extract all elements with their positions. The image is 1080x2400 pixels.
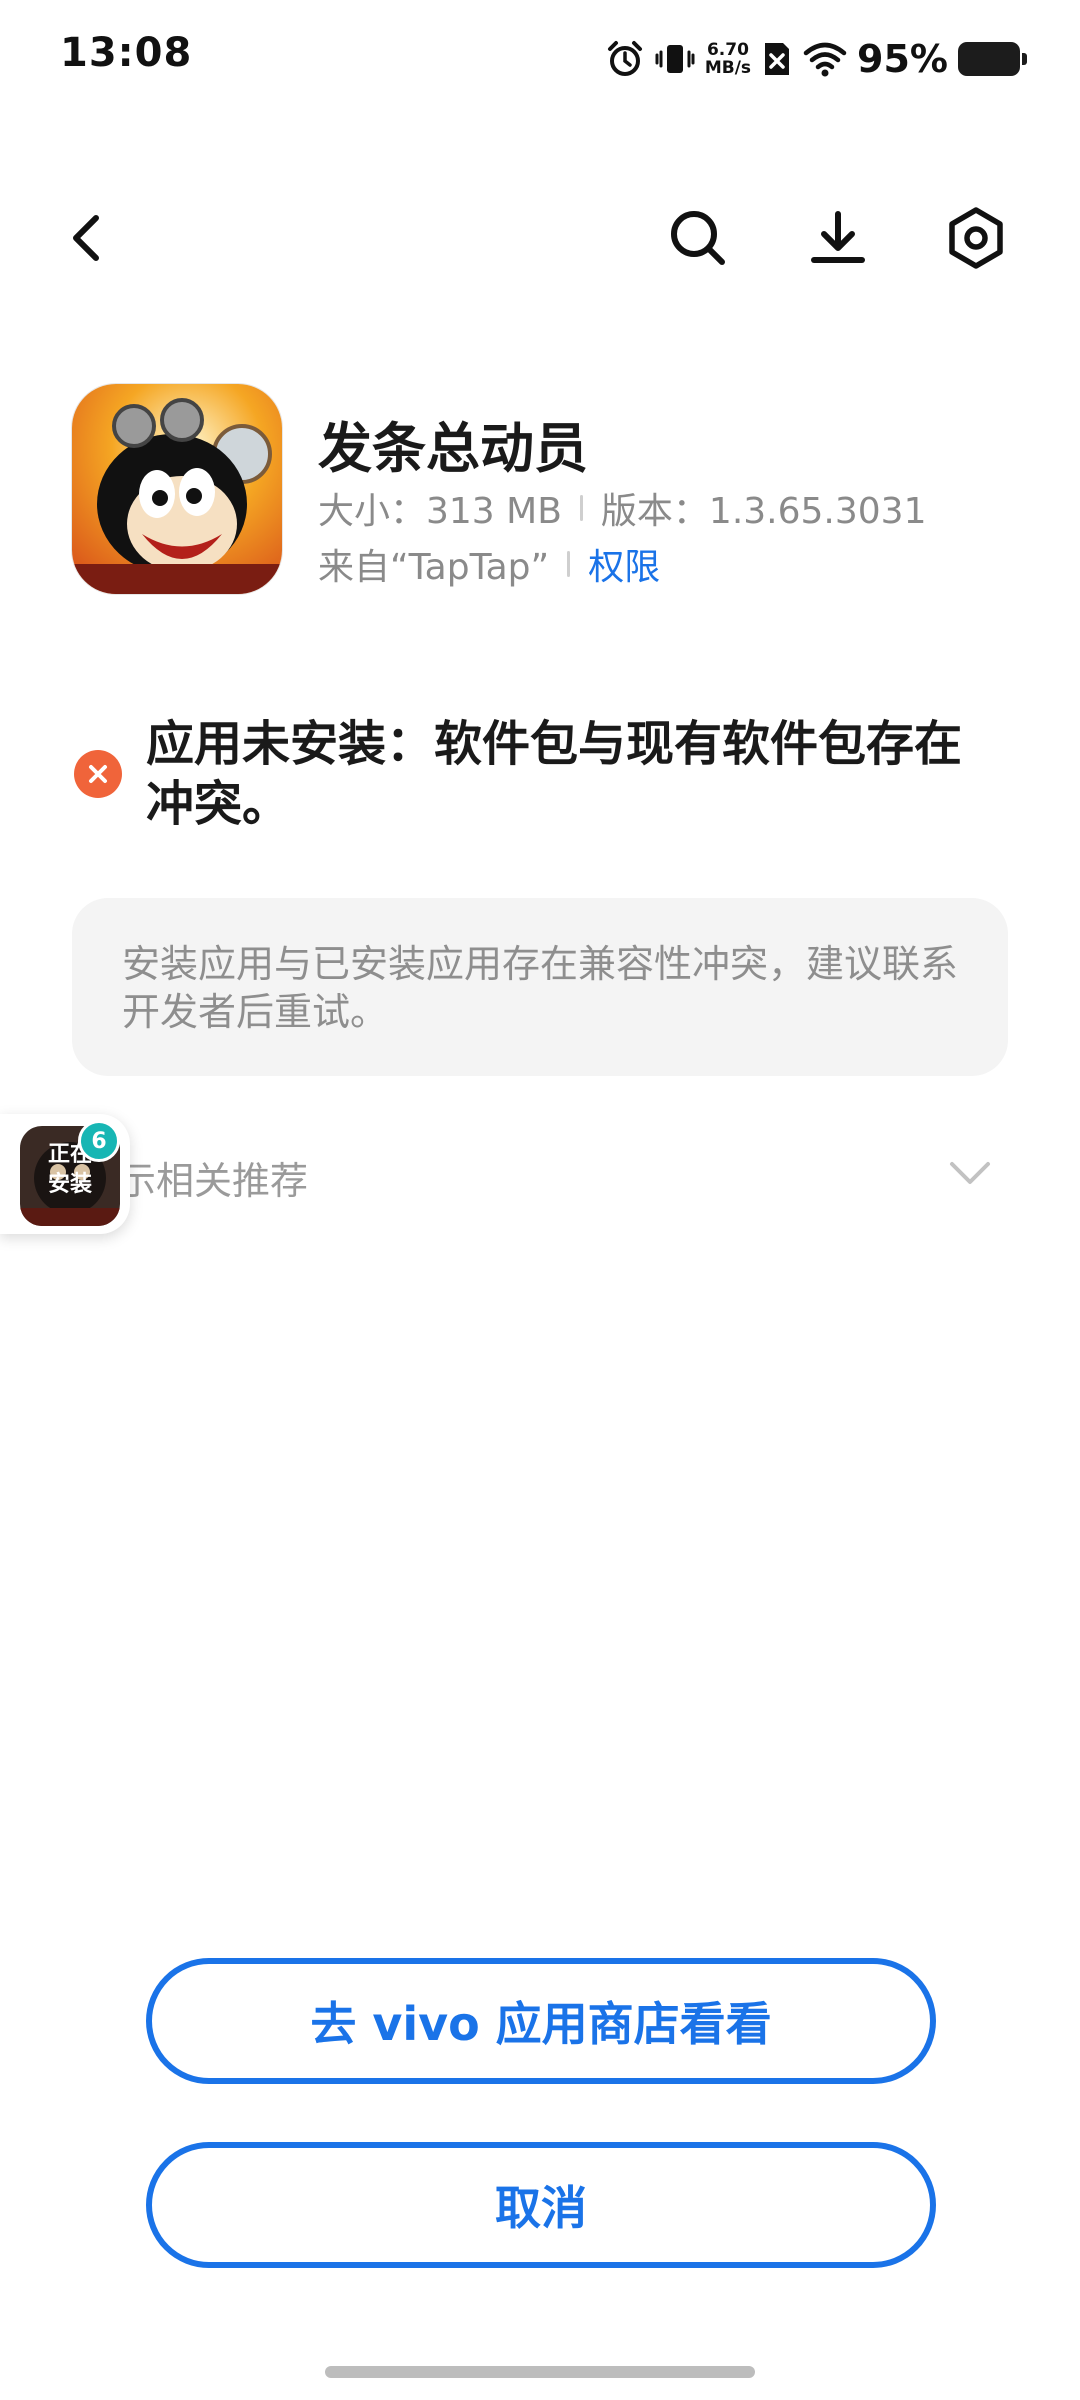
meta-divider — [567, 551, 571, 577]
error-hint-text: 安装应用与已安装应用存在兼容性冲突，建议联系开发者后重试。 — [122, 942, 959, 1034]
settings-icon — [949, 207, 1003, 269]
open-vivo-store-button[interactable]: 去 vivo 应用商店看看 — [146, 1958, 936, 2084]
network-speed-value: 6.70 — [706, 40, 749, 60]
search-icon — [671, 211, 725, 265]
app-name: 发条总动员 — [318, 417, 588, 480]
network-speed: 6.70 MB/s — [705, 41, 751, 77]
cancel-button[interactable]: 取消 — [146, 2142, 936, 2268]
battery-icon — [958, 42, 1027, 76]
status-time: 13:08 — [60, 30, 193, 76]
back-arrow-icon — [73, 215, 99, 261]
settings-button[interactable] — [936, 198, 1016, 278]
app-icon — [72, 384, 282, 594]
installing-label-line2: 安装 — [47, 1172, 92, 1197]
back-button[interactable] — [46, 198, 126, 278]
app-source: 来自“TapTap” — [318, 547, 550, 588]
home-indicator[interactable] — [325, 2366, 755, 2378]
app-size: 大小：313 MB — [318, 491, 562, 532]
installing-count-badge: 6 — [78, 1120, 120, 1162]
recommendations-toggle[interactable]: 示相关推荐 — [118, 1150, 308, 1205]
chevron-down-icon[interactable] — [948, 1160, 992, 1190]
app-version: 版本：1.3.65.3031 — [600, 491, 927, 532]
permissions-link[interactable]: 权限 — [588, 538, 660, 590]
status-bar: 13:08 6.70 MB/s 95% — [0, 0, 1080, 120]
search-button[interactable] — [658, 198, 738, 278]
status-icons: 6.70 MB/s 95% — [605, 32, 1027, 86]
wifi-icon — [803, 39, 847, 79]
app-meta-size-version: 大小：313 MB 版本：1.3.65.3031 — [318, 482, 927, 534]
alarm-icon — [605, 39, 645, 79]
error-icon — [74, 750, 122, 798]
battery-percent: 95% — [857, 37, 948, 81]
download-icon — [811, 211, 865, 263]
download-manager-button[interactable] — [798, 198, 878, 278]
meta-divider — [579, 495, 583, 521]
error-message: 应用未安装：软件包与现有软件包存在冲突。 — [146, 716, 963, 832]
no-sim-icon — [761, 39, 793, 79]
app-meta-source: 来自“TapTap” 权限 — [318, 538, 660, 590]
network-speed-unit: MB/s — [704, 58, 752, 78]
error-hint-box: 安装应用与已安装应用存在兼容性冲突，建议联系开发者后重试。 — [72, 898, 1008, 1076]
vibrate-icon — [655, 39, 695, 79]
